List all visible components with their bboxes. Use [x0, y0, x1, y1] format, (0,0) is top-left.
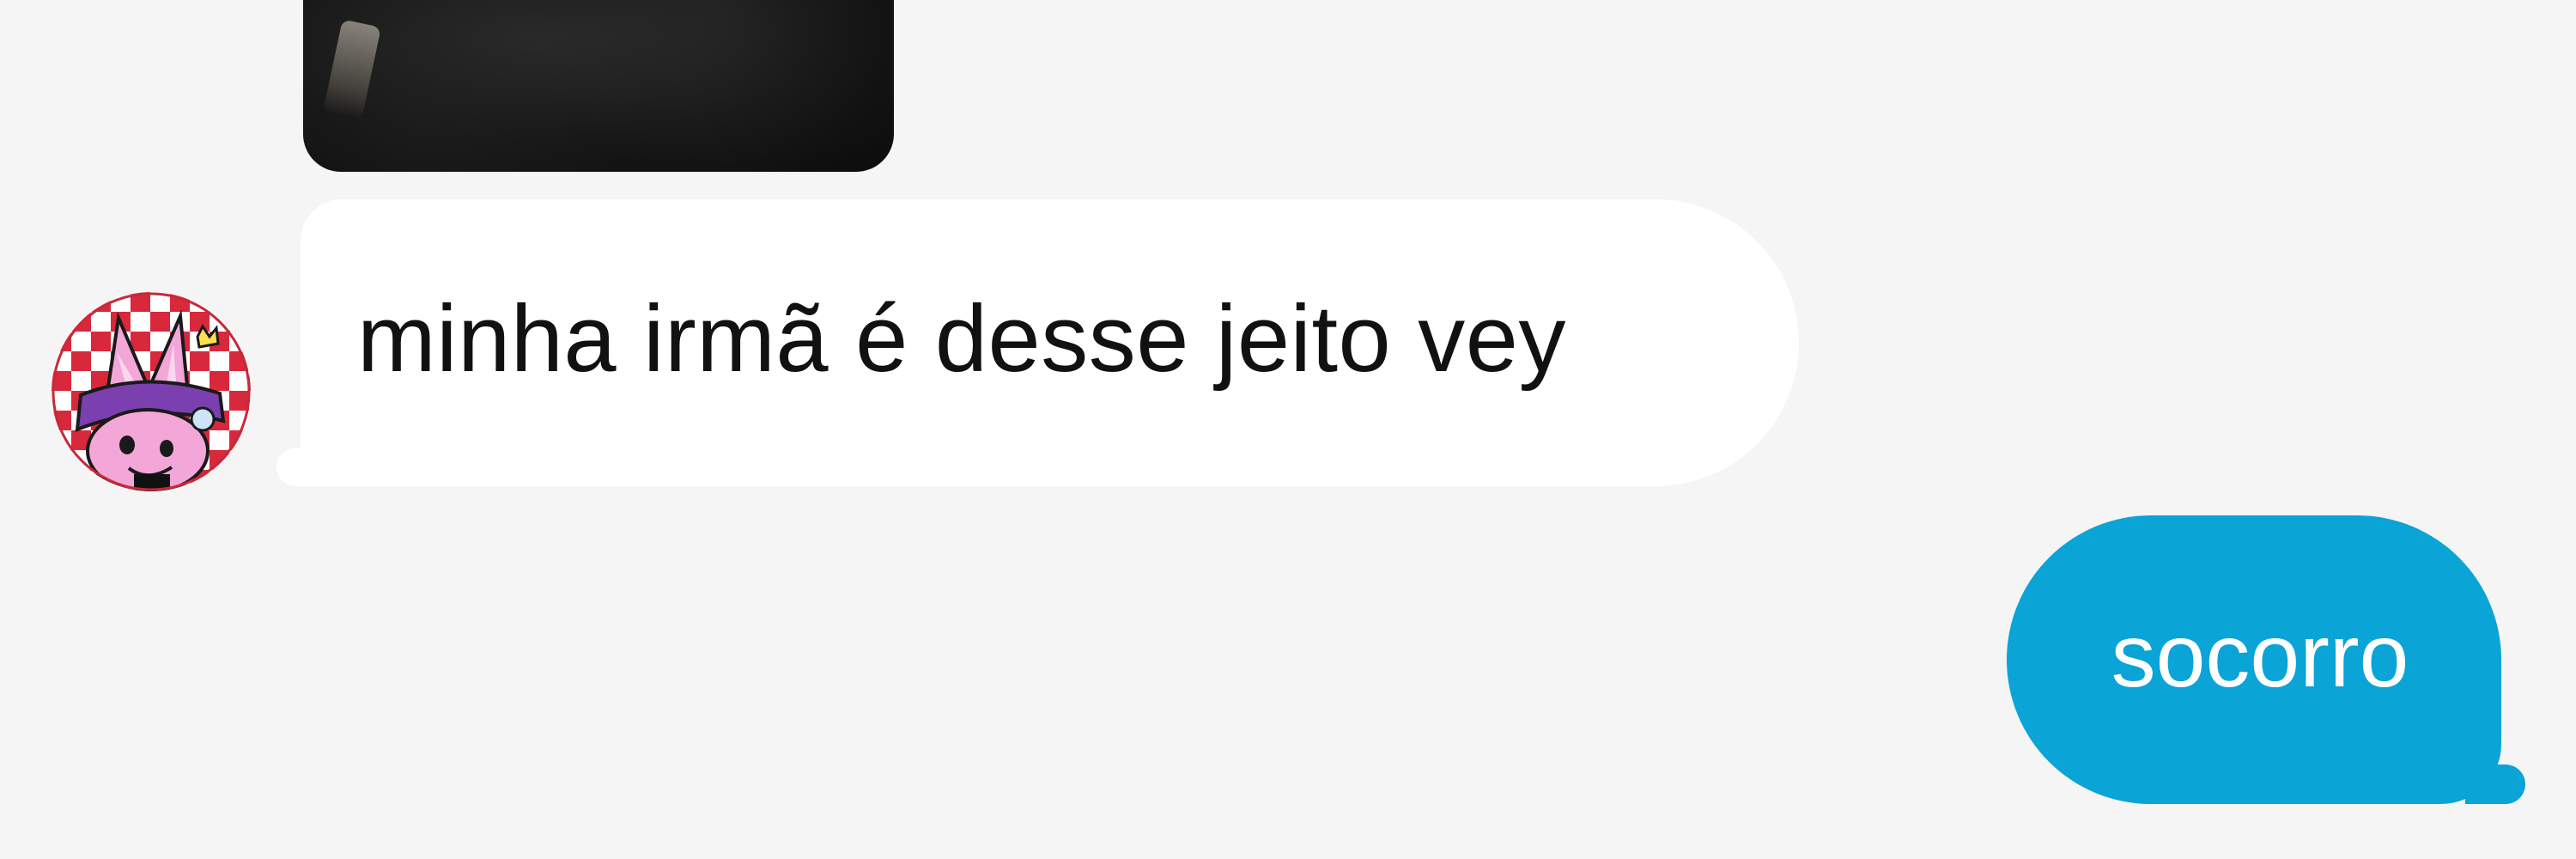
image-message[interactable]: [303, 0, 894, 172]
image-content: [303, 0, 894, 172]
bubble-tail: [2465, 765, 2525, 804]
message-text: socorro: [2111, 606, 2409, 706]
received-message-bubble[interactable]: minha irmã é desse jeito vey: [276, 199, 1799, 486]
message-text: minha irmã é desse jeito vey: [357, 286, 1566, 392]
bubble-tail: [276, 448, 337, 486]
sent-message-bubble[interactable]: socorro: [2007, 515, 2525, 804]
profile-avatar-icon[interactable]: [52, 292, 251, 491]
